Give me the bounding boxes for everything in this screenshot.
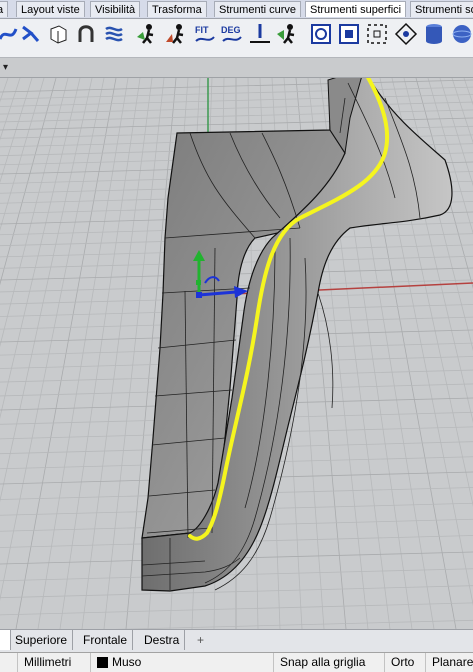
rebuild-grid-icon[interactable] bbox=[309, 22, 333, 46]
status-bar: Millimetri Muso Snap alla griglia Orto P… bbox=[0, 652, 473, 672]
degree-icon[interactable]: DEG bbox=[220, 22, 244, 46]
blend-curve-icon[interactable] bbox=[0, 22, 20, 46]
tab-strumenti-so[interactable]: Strumenti so bbox=[410, 1, 473, 17]
tab-strumenti-superfici[interactable]: Strumenti superfici bbox=[305, 1, 407, 17]
svg-text:DEG: DEG bbox=[221, 25, 241, 35]
tab-trasforma[interactable]: Trasforma bbox=[147, 1, 207, 17]
analyze-person-alt-icon[interactable] bbox=[164, 22, 188, 46]
tab-strumenti-curve[interactable]: Strumenti curve bbox=[214, 1, 302, 17]
gumball-scale-handle[interactable] bbox=[196, 280, 201, 285]
analyze-surface-icon[interactable] bbox=[275, 22, 299, 46]
planar-label: Planare bbox=[432, 655, 473, 669]
extrude-surface-icon[interactable] bbox=[46, 22, 70, 46]
surface-tools-toolbar: FIT DEG bbox=[0, 19, 473, 58]
units-pane[interactable]: Millimetri bbox=[17, 653, 94, 672]
viewport-tab-frontale[interactable]: Frontale bbox=[78, 630, 134, 650]
point-gumball-icon[interactable] bbox=[394, 22, 418, 46]
network-surface-icon[interactable] bbox=[102, 22, 126, 46]
perspective-viewport[interactable] bbox=[0, 78, 473, 629]
viewport-tabs-bar: Superiore Frontale Destra + bbox=[0, 629, 473, 652]
layer-color-swatch bbox=[97, 657, 108, 668]
add-viewport-button[interactable]: + bbox=[192, 630, 209, 650]
units-label: Millimetri bbox=[24, 655, 72, 669]
snap-toggle[interactable]: Snap alla griglia bbox=[273, 653, 384, 672]
cylinder-icon[interactable] bbox=[422, 22, 446, 46]
viewport-tab-superiore[interactable]: Superiore bbox=[10, 630, 74, 650]
layer-label: Muso bbox=[112, 655, 142, 669]
viewport-header: ▾ bbox=[0, 58, 473, 78]
tab-visibilit-[interactable]: Visibilità bbox=[90, 1, 141, 17]
viewport-menu-chevron-down-icon[interactable]: ▾ bbox=[3, 62, 17, 74]
planar-toggle[interactable]: Planare bbox=[425, 653, 473, 672]
tab-prev[interactable]: a bbox=[0, 1, 9, 17]
snap-label: Snap alla griglia bbox=[280, 655, 366, 669]
svg-text:FIT: FIT bbox=[195, 25, 209, 35]
edit-points-icon[interactable] bbox=[337, 22, 361, 46]
analyze-person-icon[interactable] bbox=[135, 22, 159, 46]
sphere-icon[interactable] bbox=[450, 22, 473, 46]
layer-pane[interactable]: Muso bbox=[90, 653, 273, 672]
flat-surface-icon[interactable] bbox=[248, 22, 272, 46]
gumball-origin[interactable] bbox=[196, 292, 202, 298]
fit-tolerance-icon[interactable]: FIT bbox=[193, 22, 217, 46]
viewport-tab-destra[interactable]: Destra bbox=[139, 630, 186, 650]
ortho-label: Orto bbox=[391, 655, 415, 669]
tab-layout-viste[interactable]: Layout viste bbox=[16, 1, 85, 17]
match-curve-icon[interactable] bbox=[18, 22, 42, 46]
arch-surface-icon[interactable] bbox=[74, 22, 98, 46]
control-points-icon[interactable] bbox=[365, 22, 389, 46]
toolbar-tabs: a Layout viste Visibilità Trasforma Strument… bbox=[0, 0, 473, 19]
ortho-toggle[interactable]: Orto bbox=[384, 653, 425, 672]
viewport-canvas[interactable] bbox=[0, 78, 473, 629]
